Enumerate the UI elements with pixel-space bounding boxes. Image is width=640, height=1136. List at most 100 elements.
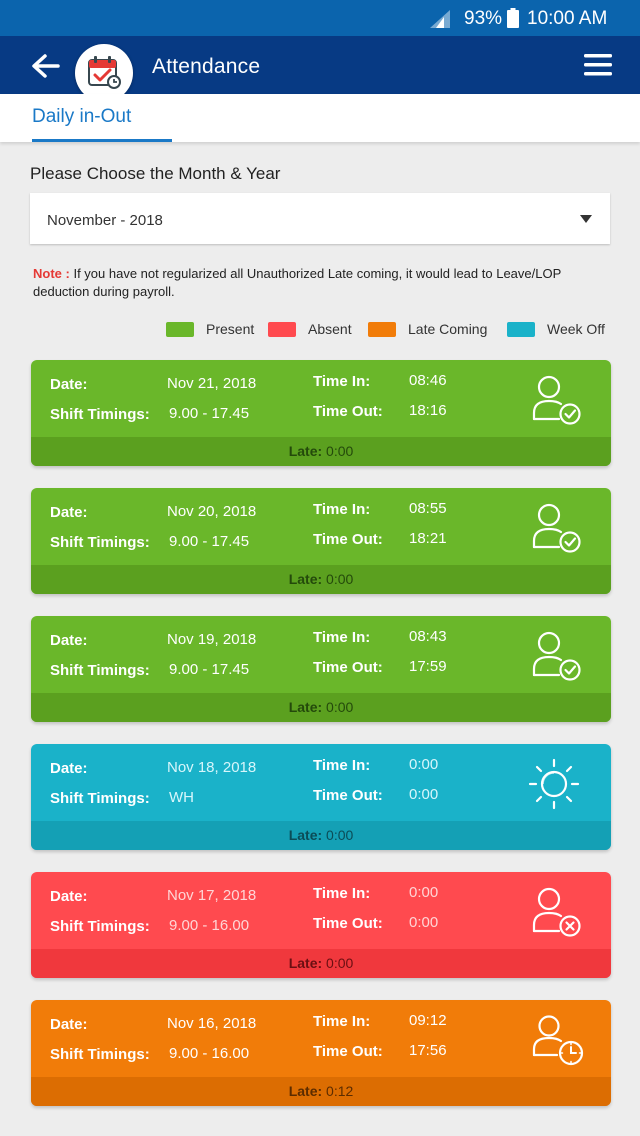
note-label: Note : [33, 266, 70, 281]
late-label: Late: [288, 443, 323, 459]
date-value: Nov 17, 2018 [167, 887, 257, 904]
shift-value: 9.00 - 16.00 [169, 917, 250, 934]
menu-button[interactable] [584, 52, 612, 78]
battery-percent: 93% [464, 8, 503, 29]
late-label: Late: [288, 571, 323, 587]
shift-value: 9.00 - 16.00 [169, 1045, 250, 1062]
late-footer: Late: 0:00 [31, 821, 611, 850]
date-value: Nov 18, 2018 [167, 759, 257, 776]
date-label: Date: [50, 632, 88, 649]
user-check-icon [532, 375, 581, 425]
shift-value: 9.00 - 17.45 [169, 405, 250, 422]
shift-label: Shift Timings: [50, 406, 150, 423]
attendance-card[interactable]: Date: Nov 20, 2018 Shift Timings: 9.00 -… [31, 488, 611, 594]
tab-daily-in-out[interactable]: Daily in-Out [32, 106, 131, 128]
late-label: Late: [288, 699, 323, 715]
late-label: Late: [288, 1083, 323, 1099]
time-out-value: 0:00 [409, 914, 439, 931]
time-out-value: 18:16 [409, 402, 447, 419]
attendance-card[interactable]: Date: Nov 18, 2018 Shift Timings: WH Tim… [31, 744, 611, 850]
time-out-value: 17:59 [409, 658, 447, 675]
time-in-value: 08:46 [409, 372, 447, 389]
legend-label: Late Coming [408, 321, 488, 337]
legend-swatch [507, 322, 535, 337]
time-out-label: Time Out: [313, 403, 383, 420]
date-label: Date: [50, 1016, 88, 1033]
shift-label: Shift Timings: [50, 790, 150, 807]
signal-icon [430, 10, 450, 28]
status-bar: 93% 10:00 AM [0, 0, 640, 36]
note-text: If you have not regularized all Unauthor… [33, 266, 562, 299]
time-out-label: Time Out: [313, 531, 383, 548]
date-label: Date: [50, 888, 88, 905]
user-check-icon [532, 631, 581, 681]
shift-label: Shift Timings: [50, 918, 150, 935]
time-out-label: Time Out: [313, 1043, 383, 1060]
late-value: 0:12 [326, 1083, 354, 1099]
month-year-label: Please Choose the Month & Year [30, 164, 281, 183]
calendar-check-icon [88, 56, 121, 89]
time-in-value: 08:43 [409, 628, 447, 645]
time-in-value: 09:12 [409, 1012, 447, 1029]
back-button[interactable] [30, 53, 60, 79]
late-footer: Late: 0:00 [31, 565, 611, 594]
attendance-card[interactable]: Date: Nov 17, 2018 Shift Timings: 9.00 -… [31, 872, 611, 978]
late-value: 0:00 [326, 827, 354, 843]
late-footer: Late: 0:00 [31, 949, 611, 978]
time-in-label: Time In: [313, 501, 371, 518]
user-clock-icon [532, 1015, 584, 1066]
selected-month: November - 2018 [47, 212, 163, 229]
time-out-label: Time Out: [313, 915, 383, 932]
time-in-value: 0:00 [409, 756, 439, 773]
date-value: Nov 20, 2018 [167, 503, 257, 520]
time-in-label: Time In: [313, 373, 371, 390]
clock: 10:00 AM [527, 8, 608, 29]
date-value: Nov 16, 2018 [167, 1015, 257, 1032]
time-out-label: Time Out: [313, 659, 383, 676]
status-legend: Present Absent Late Coming Week Off [0, 320, 640, 342]
shift-value: WH [169, 789, 194, 806]
attendance-card[interactable]: Date: Nov 19, 2018 Shift Timings: 9.00 -… [31, 616, 611, 722]
legend-swatch [368, 322, 396, 337]
late-footer: Late: 0:12 [31, 1077, 611, 1106]
late-footer: Late: 0:00 [31, 437, 611, 466]
attendance-card[interactable]: Date: Nov 21, 2018 Shift Timings: 9.00 -… [31, 360, 611, 466]
shift-label: Shift Timings: [50, 662, 150, 679]
shift-value: 9.00 - 17.45 [169, 661, 250, 678]
late-footer: Late: 0:00 [31, 693, 611, 722]
page-title: Attendance [152, 55, 261, 78]
payroll-note: Note : If you have not regularized all U… [33, 265, 613, 301]
battery-icon [507, 8, 519, 28]
time-out-value: 18:21 [409, 530, 447, 547]
late-label: Late: [288, 955, 323, 971]
late-label: Late: [288, 827, 323, 843]
time-in-value: 0:00 [409, 884, 439, 901]
user-cross-icon [532, 887, 581, 937]
time-in-label: Time In: [313, 629, 371, 646]
chevron-down-icon [580, 215, 592, 223]
time-in-label: Time In: [313, 885, 371, 902]
date-label: Date: [50, 760, 88, 777]
time-out-value: 17:56 [409, 1042, 447, 1059]
back-arrow-icon [32, 54, 60, 78]
time-out-value: 0:00 [409, 786, 439, 803]
time-in-label: Time In: [313, 1013, 371, 1030]
app-bar: Attendance [0, 36, 640, 102]
time-in-label: Time In: [313, 757, 371, 774]
late-value: 0:00 [326, 571, 354, 587]
date-value: Nov 19, 2018 [167, 631, 257, 648]
attendance-list: Date: Nov 21, 2018 Shift Timings: 9.00 -… [31, 360, 611, 1128]
late-value: 0:00 [326, 443, 354, 459]
date-value: Nov 21, 2018 [167, 375, 257, 392]
time-in-value: 08:55 [409, 500, 447, 517]
sun-icon [528, 758, 580, 810]
attendance-card[interactable]: Date: Nov 16, 2018 Shift Timings: 9.00 -… [31, 1000, 611, 1106]
tab-active-indicator [32, 139, 172, 142]
month-year-dropdown[interactable]: November - 2018 [30, 193, 610, 244]
date-label: Date: [50, 504, 88, 521]
late-value: 0:00 [326, 699, 354, 715]
date-label: Date: [50, 376, 88, 393]
legend-label: Present [206, 321, 255, 337]
legend-label: Week Off [547, 321, 605, 337]
tab-bar: Daily in-Out [0, 94, 640, 142]
